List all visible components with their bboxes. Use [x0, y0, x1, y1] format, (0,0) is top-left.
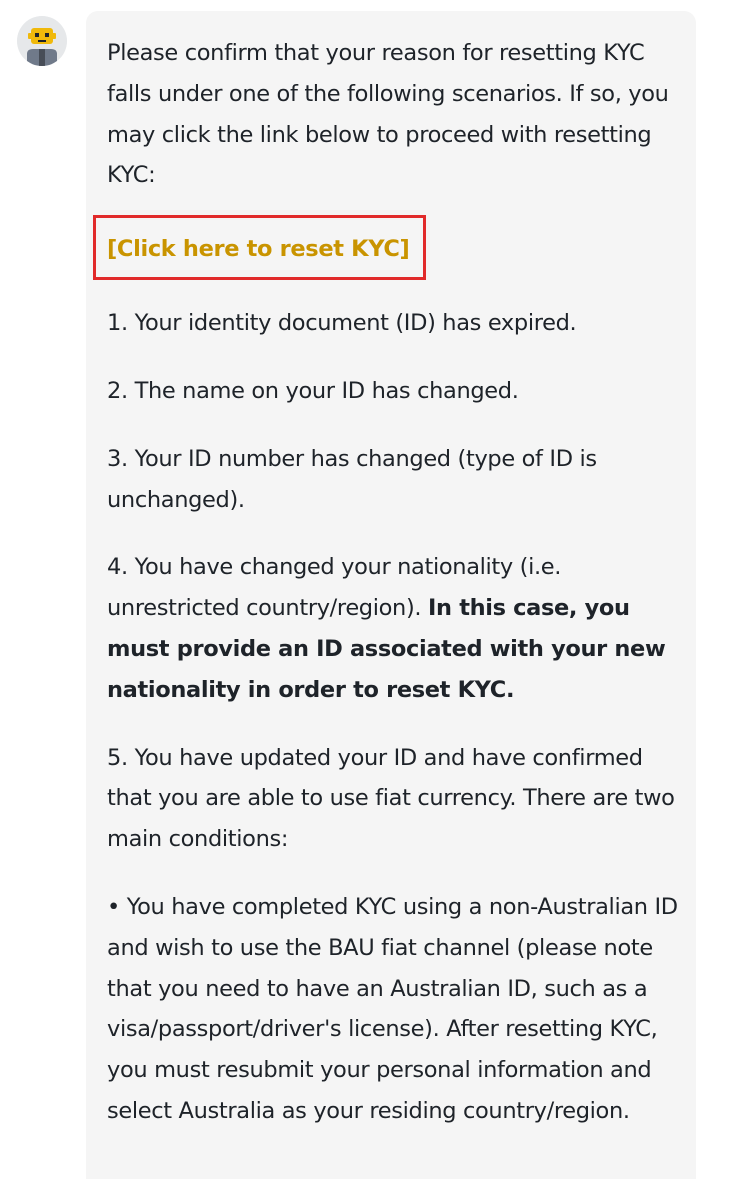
scenario-item-1: 1. Your identity document (ID) has expir… [107, 310, 577, 337]
scenario-item-3: 3. Your ID number has changed (type of I… [107, 445, 597, 513]
scenario-item-2: 2. The name on your ID has changed. [107, 377, 519, 404]
scenario-item-5: 5. You have updated your ID and have con… [107, 744, 675, 853]
intro-text: Please confirm that your reason for rese… [107, 40, 669, 189]
condition-bullet-1: • You have completed KYC using a non-Aus… [107, 893, 678, 1124]
assistant-avatar [17, 16, 67, 66]
robot-avatar-icon [17, 16, 67, 66]
reset-kyc-link[interactable]: [Click here to reset KYC] [107, 236, 410, 262]
message-content: Please confirm that your reason for rese… [93, 33, 682, 1132]
reset-kyc-link-highlight: [Click here to reset KYC] [93, 215, 427, 281]
scenario-item-4: 4. You have changed your nationality (i.… [107, 547, 682, 710]
